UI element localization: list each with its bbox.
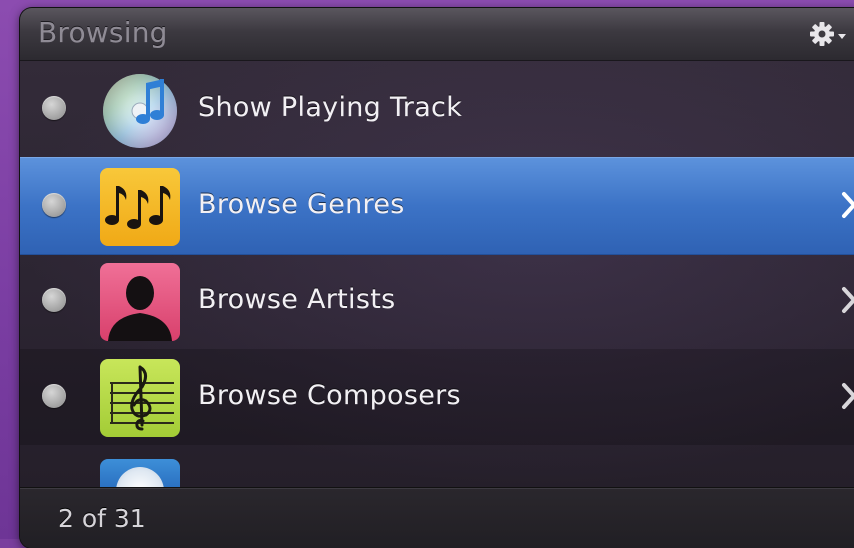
radio-indicator[interactable] <box>42 193 66 217</box>
itunes-icon <box>100 71 180 149</box>
list-item-label: Browse Genres <box>198 189 405 220</box>
radio-indicator[interactable] <box>42 288 66 312</box>
treble-clef-icon <box>100 359 180 437</box>
list-item-browse-genres[interactable]: Browse Genres <box>20 157 854 255</box>
radio-indicator[interactable] <box>42 384 66 408</box>
browse-list: Show Playing Track Browse Genres Browse … <box>20 61 854 487</box>
panel-title: Browsing <box>38 16 168 49</box>
list-item-show-playing-track[interactable]: Show Playing Track <box>20 61 854 157</box>
list-item-browse-composers[interactable]: Browse Composers <box>20 349 854 445</box>
radio-indicator[interactable] <box>42 96 66 120</box>
chevron-right-icon <box>842 383 854 409</box>
gear-icon[interactable] <box>808 16 848 52</box>
browsing-panel: Browsing Show Playing Track Browse Genre… <box>20 8 854 548</box>
partial-list-item-icon <box>100 459 180 487</box>
music-notes-icon <box>100 168 180 246</box>
list-item-label: Browse Artists <box>198 284 396 315</box>
artist-silhouette-icon <box>100 263 180 341</box>
list-item-label: Show Playing Track <box>198 92 463 123</box>
chevron-right-icon <box>842 192 854 218</box>
list-item-browse-artists[interactable]: Browse Artists <box>20 253 854 349</box>
list-item-label: Browse Composers <box>198 380 461 411</box>
item-count: 2 of 31 <box>58 504 146 533</box>
chevron-right-icon <box>842 287 854 313</box>
panel-titlebar: Browsing <box>20 8 854 61</box>
